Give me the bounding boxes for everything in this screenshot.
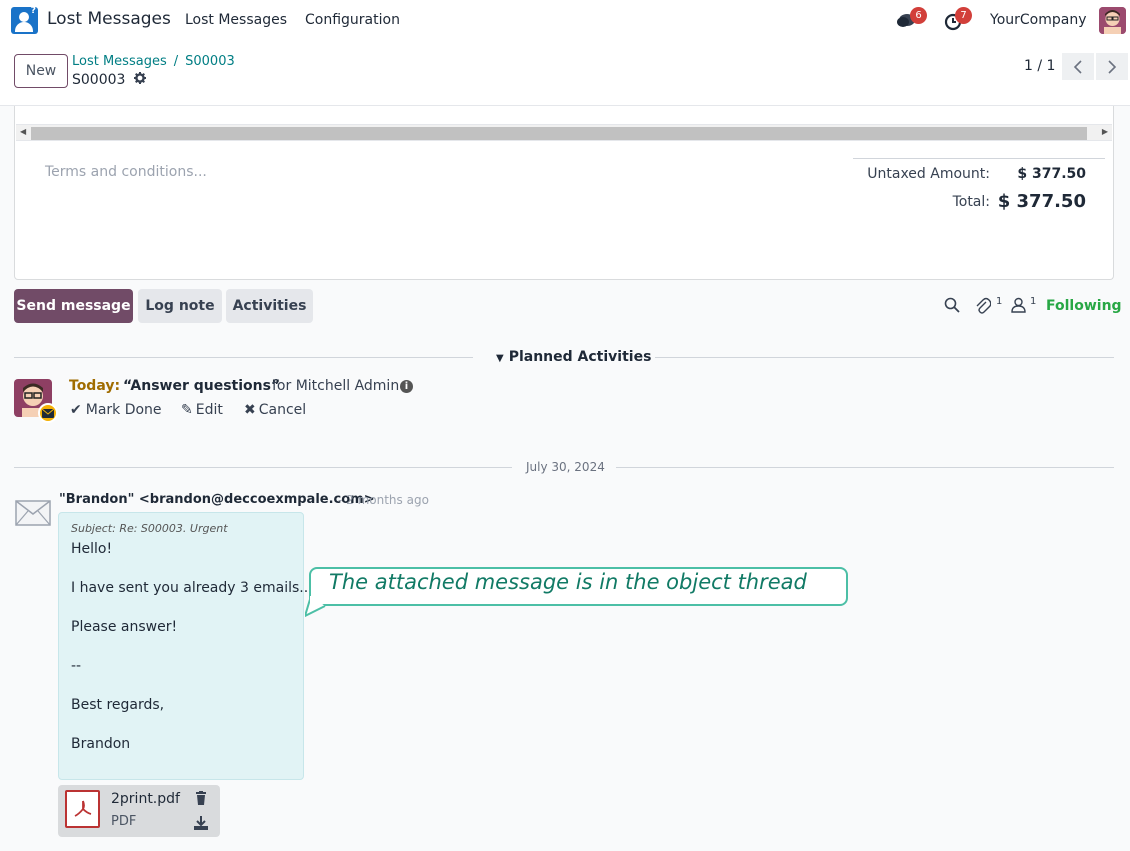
untaxed-amount-value: $ 377.50 bbox=[1017, 166, 1086, 182]
app-logo-icon[interactable]: ? bbox=[11, 6, 38, 34]
breadcrumb-current[interactable]: S00003 bbox=[185, 54, 235, 69]
scrollbar-thumb[interactable] bbox=[31, 127, 1087, 140]
message-subject: Subject: Re: S00003. Urgent bbox=[71, 522, 228, 535]
close-icon: ✖ bbox=[244, 402, 256, 418]
new-button[interactable]: New bbox=[14, 54, 68, 88]
date-divider-left bbox=[14, 467, 512, 468]
breadcrumb-parent[interactable]: Lost Messages bbox=[72, 54, 167, 69]
message-line: Hello! bbox=[71, 541, 113, 557]
follower-icon[interactable] bbox=[1011, 297, 1026, 317]
chat-count-badge: 6 bbox=[910, 7, 927, 24]
total-value: $ 377.50 bbox=[997, 191, 1086, 212]
scroll-left-icon[interactable]: ◀ bbox=[20, 127, 26, 136]
activity-assignee: for Mitchell Admin bbox=[272, 378, 400, 394]
search-icon[interactable] bbox=[944, 297, 960, 317]
attachment-count: 1 bbox=[996, 296, 1003, 307]
annotation-text: The attached message is in the object th… bbox=[329, 570, 807, 594]
menu-lost-messages[interactable]: Lost Messages bbox=[185, 12, 287, 28]
follower-count: 1 bbox=[1030, 296, 1037, 307]
app-name[interactable]: Lost Messages bbox=[47, 9, 171, 29]
pdf-file-icon[interactable] bbox=[65, 790, 100, 828]
envelope-icon bbox=[15, 500, 51, 526]
send-message-button[interactable]: Send message bbox=[14, 289, 133, 323]
cancel-activity-button[interactable]: ✖ Cancel bbox=[244, 402, 306, 418]
message-line: -- bbox=[71, 658, 82, 674]
menu-configuration[interactable]: Configuration bbox=[305, 12, 400, 28]
attachment-name: 2print.pdf bbox=[111, 791, 180, 807]
mail-activity-icon bbox=[38, 403, 58, 423]
following-button[interactable]: Following bbox=[1046, 298, 1122, 314]
company-switcher[interactable]: YourCompany bbox=[990, 12, 1087, 28]
planned-activities-toggle[interactable]: ▼ Planned Activities bbox=[496, 349, 651, 365]
message-line: Brandon bbox=[71, 736, 131, 752]
activity-count-badge: 7 bbox=[955, 7, 972, 24]
user-avatar[interactable] bbox=[1099, 7, 1126, 34]
message-line: I have sent you already 3 emails... bbox=[71, 580, 313, 596]
pager-next-button[interactable] bbox=[1096, 53, 1128, 80]
gear-icon[interactable] bbox=[133, 72, 146, 88]
totals-divider bbox=[853, 158, 1105, 159]
mark-done-label: Mark Done bbox=[85, 402, 162, 418]
date-divider-right bbox=[616, 467, 1114, 468]
message-date: - 2 months ago bbox=[338, 493, 429, 507]
untaxed-amount-label: Untaxed Amount: bbox=[867, 166, 990, 182]
log-note-button[interactable]: Log note bbox=[138, 289, 222, 323]
date-separator: July 30, 2024 bbox=[526, 460, 605, 474]
caret-down-icon: ▼ bbox=[496, 353, 504, 364]
record-title: S00003 bbox=[72, 72, 126, 88]
pager-value[interactable]: 1 / 1 bbox=[1024, 58, 1055, 74]
terms-and-conditions-field[interactable]: Terms and conditions... bbox=[45, 164, 207, 180]
callout-tail bbox=[305, 596, 326, 617]
total-label: Total: bbox=[952, 194, 990, 210]
check-icon: ✔ bbox=[70, 402, 82, 418]
pager-previous-button[interactable] bbox=[1062, 53, 1094, 80]
control-panel: New Lost Messages / S00003 S00003 1 / 1 bbox=[0, 42, 1130, 106]
breadcrumb-separator: / bbox=[173, 54, 179, 69]
message-line: Best regards, bbox=[71, 697, 165, 713]
message-author[interactable]: "Brandon" <brandon@deccoexmpale.com> bbox=[59, 492, 375, 507]
attachment-extension: PDF bbox=[111, 814, 137, 829]
paperclip-icon[interactable] bbox=[975, 297, 992, 318]
edit-label: Edit bbox=[195, 402, 223, 418]
divider-right bbox=[655, 357, 1114, 358]
scroll-right-icon[interactable]: ▶ bbox=[1102, 127, 1108, 136]
top-navbar: ? Lost Messages Lost Messages Configurat… bbox=[0, 0, 1130, 42]
activity-summary: “Answer questions” bbox=[123, 378, 281, 394]
horizontal-scrollbar[interactable]: ◀ ▶ bbox=[16, 124, 1112, 141]
breadcrumb: Lost Messages / S00003 bbox=[72, 54, 235, 69]
edit-activity-button[interactable]: ✎ Edit bbox=[181, 402, 223, 418]
download-icon[interactable] bbox=[194, 815, 208, 834]
mark-done-button[interactable]: ✔ Mark Done bbox=[70, 402, 162, 418]
planned-activities-title: Planned Activities bbox=[508, 349, 652, 365]
activities-button[interactable]: Activities bbox=[226, 289, 313, 323]
message-line: Please answer! bbox=[71, 619, 178, 635]
divider-left bbox=[14, 357, 473, 358]
record-name: S00003 bbox=[72, 72, 146, 88]
cancel-label: Cancel bbox=[258, 402, 307, 418]
trash-icon[interactable] bbox=[195, 790, 207, 809]
info-icon[interactable]: i bbox=[400, 380, 413, 393]
pencil-icon: ✎ bbox=[181, 402, 193, 418]
activity-due-label: Today: bbox=[69, 378, 121, 394]
